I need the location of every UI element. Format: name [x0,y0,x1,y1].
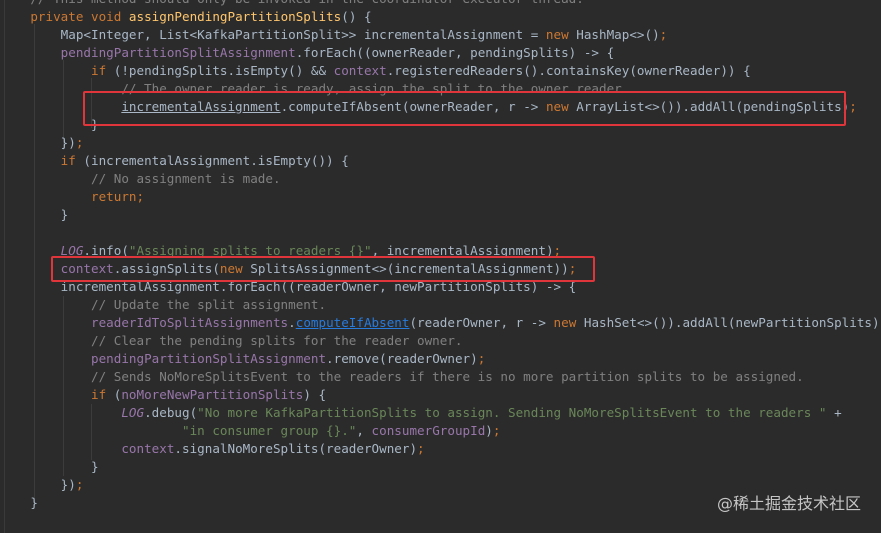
code-token: .remove(readerOwner) [326,351,478,366]
code-line[interactable]: // Clear the pending splits for the read… [0,332,463,350]
code-token: .forEach((ownerReader, pendingSplits) ->… [295,45,615,60]
code-line[interactable]: "in consumer group {}.", consumerGroupId… [0,422,500,440]
code-token: HashSet<>()).addAll(newPartitionSplits) [583,315,880,330]
code-token: "No more KafkaPartitionSplits to assign.… [197,405,835,420]
code-line[interactable]: }); [0,476,84,494]
code-token: ; [477,351,486,366]
code-token: (!pendingSplits.isEmpty() && [113,63,334,78]
code-line[interactable]: }); [0,134,84,152]
code-line[interactable]: LOG.debug("No more KafkaPartitionSplits … [0,404,842,422]
code-token: context [333,63,387,78]
code-token: readerIdToSplitAssignments [91,315,289,330]
code-token: noMoreNewPartitionSplits [121,387,304,402]
code-line[interactable]: // Sends NoMoreSplitsEvent to the reader… [0,368,804,386]
code-line[interactable]: if (!pendingSplits.isEmpty() && context.… [0,62,751,80]
code-line[interactable]: context.signalNoMoreSplits(readerOwner); [0,440,425,458]
code-token: () { [341,9,372,24]
code-token: + [834,405,842,420]
code-token: if [91,63,114,78]
code-token: ) [485,423,493,438]
code-line[interactable]: pendingPartitionSplitAssignment.forEach(… [0,44,615,62]
code-token: consumerGroupId [371,423,486,438]
code-token: assignPendingPartitionSplits [128,9,342,24]
code-token: } [0,459,99,474]
code-token: ; [492,423,501,438]
code-token: ) { [303,387,327,402]
code-token: private void [30,9,129,24]
code-token: }) [0,477,76,492]
code-token: // No assignment is made. [0,171,281,186]
code-line[interactable]: // Update the split assignment. [0,296,326,314]
code-token: pendingPartitionSplitAssignment [60,45,296,60]
code-line[interactable]: return; [0,188,144,206]
code-token: ; [849,99,857,114]
code-token: , [356,423,372,438]
code-token: ; [417,441,425,456]
code-line[interactable]: } [0,494,38,512]
code-token: .signalNoMoreSplits(readerOwner) [174,441,418,456]
code-token: } [0,495,38,510]
code-token: new [545,27,577,42]
code-token: // Update the split assignment. [0,297,327,312]
code-line[interactable]: readerIdToSplitAssignments.computeIfAbse… [0,314,881,332]
highlight-box-assign-splits [51,256,595,282]
watermark: @稀土掘金技术社区 [716,494,861,513]
code-token: .debug( [144,405,198,420]
code-token: ; [659,27,668,42]
code-token: (readerOwner, r -> [409,315,554,330]
code-token: // Sends NoMoreSplitsEvent to the reader… [0,369,804,384]
code-token: } [0,207,69,222]
code-token: .registeredReaders().containsKey(ownerRe… [386,63,751,78]
code-token: // Clear the pending splits for the read… [0,333,463,348]
code-token: LOG [121,405,145,420]
code-token: }) [0,135,76,150]
code-editor[interactable]: // This method should only be invoked in… [0,0,881,533]
highlight-box-compute-if-absent [83,91,846,126]
code-token: ; [75,135,84,150]
code-token: ; [75,477,84,492]
code-token: Map<Integer, List<KafkaPartitionSplit>> … [0,27,546,42]
code-line[interactable]: private void assignPendingPartitionSplit… [0,8,372,26]
code-token: // This method should only be invoked in… [0,0,584,6]
code-token: context [121,441,175,456]
code-token: return; [91,189,145,204]
code-token: new [553,315,584,330]
code-token: . [288,315,296,330]
code-line[interactable]: } [0,206,69,224]
code-line[interactable]: if (incrementalAssignment.isEmpty()) { [0,152,349,170]
code-line[interactable]: // This method should only be invoked in… [0,0,584,8]
code-line[interactable]: } [0,458,99,476]
code-line[interactable]: Map<Integer, List<KafkaPartitionSplit>> … [0,26,668,44]
code-token: "in consumer group {}." [181,423,357,438]
code-token: if [91,387,114,402]
code-token: if [60,153,84,168]
code-token: computeIfAbsent [295,315,410,330]
code-line[interactable]: // No assignment is made. [0,170,281,188]
code-token: (incrementalAssignment.isEmpty()) { [83,153,349,168]
code-token: HashMap<>() [576,27,660,42]
code-token: pendingPartitionSplitAssignment [91,351,327,366]
code-line[interactable]: if (noMoreNewPartitionSplits) { [0,386,326,404]
code-line[interactable]: pendingPartitionSplitAssignment.remove(r… [0,350,485,368]
